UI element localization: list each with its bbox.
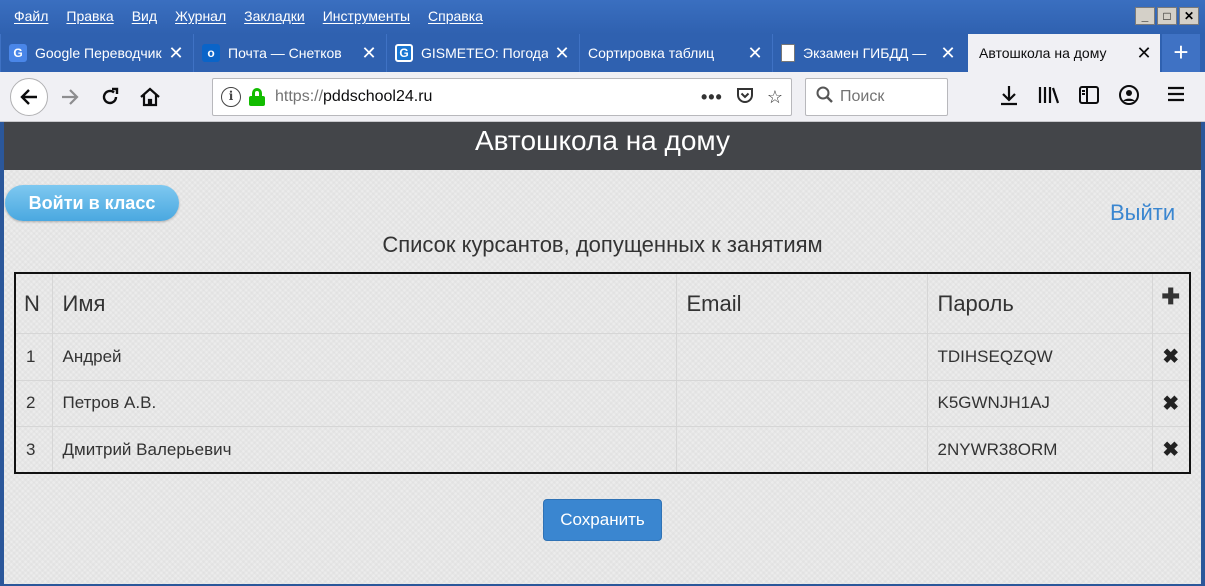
- table-header-row: N Имя Email Пароль ✚: [14, 272, 1191, 335]
- gismeteo-icon: G: [395, 44, 413, 62]
- account-icon[interactable]: [1116, 84, 1142, 110]
- window-titlebar: Файл Правка Вид Журнал Закладки Инструме…: [0, 0, 1205, 34]
- downloads-icon[interactable]: [996, 84, 1022, 110]
- row-number: 1: [14, 333, 53, 381]
- home-icon: [140, 87, 160, 107]
- library-icon[interactable]: [1036, 84, 1062, 110]
- minimize-button[interactable]: _: [1135, 7, 1155, 25]
- new-tab-button[interactable]: +: [1162, 34, 1200, 72]
- tab-strip: G Google Переводчик ✕ o Почта — Снетков …: [0, 34, 1205, 72]
- column-header-n: N: [14, 272, 53, 335]
- outlook-icon: o: [202, 44, 220, 62]
- tab-close-icon[interactable]: ✕: [168, 43, 184, 64]
- menu-history[interactable]: Журнал: [169, 6, 232, 26]
- menubar: Файл Правка Вид Журнал Закладки Инструме…: [8, 6, 495, 26]
- delete-row-icon[interactable]: ✖: [1151, 379, 1191, 428]
- bookmark-star-icon[interactable]: ☆: [767, 87, 783, 108]
- row-number: 3: [14, 426, 53, 474]
- tab-title: Сортировка таблиц: [588, 45, 715, 61]
- column-header-email: Email: [675, 272, 928, 335]
- search-box[interactable]: Поиск: [805, 78, 948, 116]
- tab-google-translate[interactable]: G Google Переводчик ✕: [0, 34, 192, 72]
- page-title: Автошкола на дому: [4, 122, 1201, 170]
- tab-close-icon[interactable]: ✕: [361, 43, 377, 64]
- student-password-cell[interactable]: TDIHSEQZQW: [926, 333, 1153, 381]
- menu-bookmarks[interactable]: Закладки: [238, 6, 311, 26]
- row-number: 2: [14, 379, 53, 428]
- url-text[interactable]: https://pddschool24.ru: [275, 88, 689, 106]
- site-info-icon[interactable]: i: [221, 87, 241, 107]
- column-header-password: Пароль: [926, 272, 1153, 335]
- tab-title: Google Переводчик: [35, 45, 162, 61]
- student-email-cell[interactable]: [675, 379, 928, 428]
- table-row: 2 Петров А.В. K5GWNJH1AJ ✖: [14, 379, 1191, 428]
- hamburger-menu-icon[interactable]: [1163, 84, 1189, 110]
- column-header-name: Имя: [51, 272, 677, 335]
- enter-class-button[interactable]: Войти в класс: [5, 185, 179, 221]
- google-translate-icon: G: [9, 44, 27, 62]
- menu-file[interactable]: Файл: [8, 6, 54, 26]
- menu-view[interactable]: Вид: [126, 6, 163, 26]
- students-table: N Имя Email Пароль ✚ 1 Андрей TDIHSEQZQW…: [14, 272, 1191, 474]
- back-arrow-icon: [20, 89, 37, 105]
- tab-autoschool[interactable]: Автошкола на дому ✕: [968, 34, 1160, 72]
- page-content: Автошкола на дому Войти в класс Выйти Сп…: [4, 122, 1201, 584]
- tab-mail[interactable]: o Почта — Снетков ✕: [193, 34, 385, 72]
- url-bar[interactable]: i https://pddschool24.ru ••• ☆: [212, 78, 792, 116]
- sidebar-icon[interactable]: [1076, 84, 1102, 110]
- document-icon: [781, 44, 795, 62]
- tab-close-icon[interactable]: ✕: [747, 43, 763, 64]
- reload-icon: [102, 87, 119, 105]
- forward-arrow-icon: [62, 89, 79, 105]
- list-title: Список курсантов, допущенных к занятиям: [382, 232, 823, 257]
- student-password-cell[interactable]: K5GWNJH1AJ: [926, 379, 1153, 428]
- student-email-cell[interactable]: [675, 333, 928, 381]
- student-name-cell[interactable]: Дмитрий Валерьевич: [51, 426, 677, 474]
- pocket-icon[interactable]: [735, 85, 755, 110]
- student-password-cell[interactable]: 2NYWR38ORM: [926, 426, 1153, 474]
- home-button[interactable]: [132, 79, 168, 115]
- secure-lock-icon[interactable]: [249, 88, 265, 106]
- table-row: 1 Андрей TDIHSEQZQW ✖: [14, 333, 1191, 381]
- tab-sorting[interactable]: Сортировка таблиц ✕: [579, 34, 771, 72]
- tab-exam[interactable]: Экзамен ГИБДД — ✕: [772, 34, 964, 72]
- tab-title: Почта — Снетков: [228, 45, 342, 61]
- tab-title: GISMETEO: Погода: [421, 45, 548, 61]
- tab-title: Автошкола на дому: [979, 45, 1107, 61]
- student-name-cell[interactable]: Петров А.В.: [51, 379, 677, 428]
- table-row: 3 Дмитрий Валерьевич 2NYWR38ORM ✖: [14, 426, 1191, 474]
- maximize-button[interactable]: □: [1157, 7, 1177, 25]
- url-host: pddschool24.ru: [323, 88, 433, 105]
- tab-close-icon[interactable]: ✕: [1136, 43, 1152, 64]
- reload-button[interactable]: [92, 79, 128, 115]
- tab-title: Экзамен ГИБДД —: [803, 45, 927, 61]
- student-email-cell[interactable]: [675, 426, 928, 474]
- tab-gismeteo[interactable]: G GISMETEO: Погода ✕: [386, 34, 578, 72]
- delete-row-icon[interactable]: ✖: [1151, 426, 1191, 474]
- student-name-cell[interactable]: Андрей: [51, 333, 677, 381]
- delete-row-icon[interactable]: ✖: [1151, 333, 1191, 381]
- url-scheme: https://: [275, 88, 324, 105]
- menu-edit[interactable]: Правка: [60, 6, 119, 26]
- tab-close-icon[interactable]: ✕: [940, 43, 956, 64]
- page-actions-icon[interactable]: •••: [701, 87, 723, 108]
- search-icon: [816, 86, 834, 109]
- navigation-toolbar: i https://pddschool24.ru ••• ☆ Поиск: [0, 72, 1205, 122]
- save-button[interactable]: Сохранить: [543, 499, 662, 541]
- menu-help[interactable]: Справка: [422, 6, 489, 26]
- back-button[interactable]: [10, 78, 48, 116]
- forward-button[interactable]: [52, 79, 88, 115]
- close-window-button[interactable]: ✕: [1179, 7, 1199, 25]
- logout-link[interactable]: Выйти: [1110, 200, 1175, 226]
- search-placeholder: Поиск: [840, 88, 885, 105]
- add-row-icon[interactable]: ✚: [1151, 272, 1191, 335]
- tab-close-icon[interactable]: ✕: [554, 43, 570, 64]
- menu-tools[interactable]: Инструменты: [317, 6, 416, 26]
